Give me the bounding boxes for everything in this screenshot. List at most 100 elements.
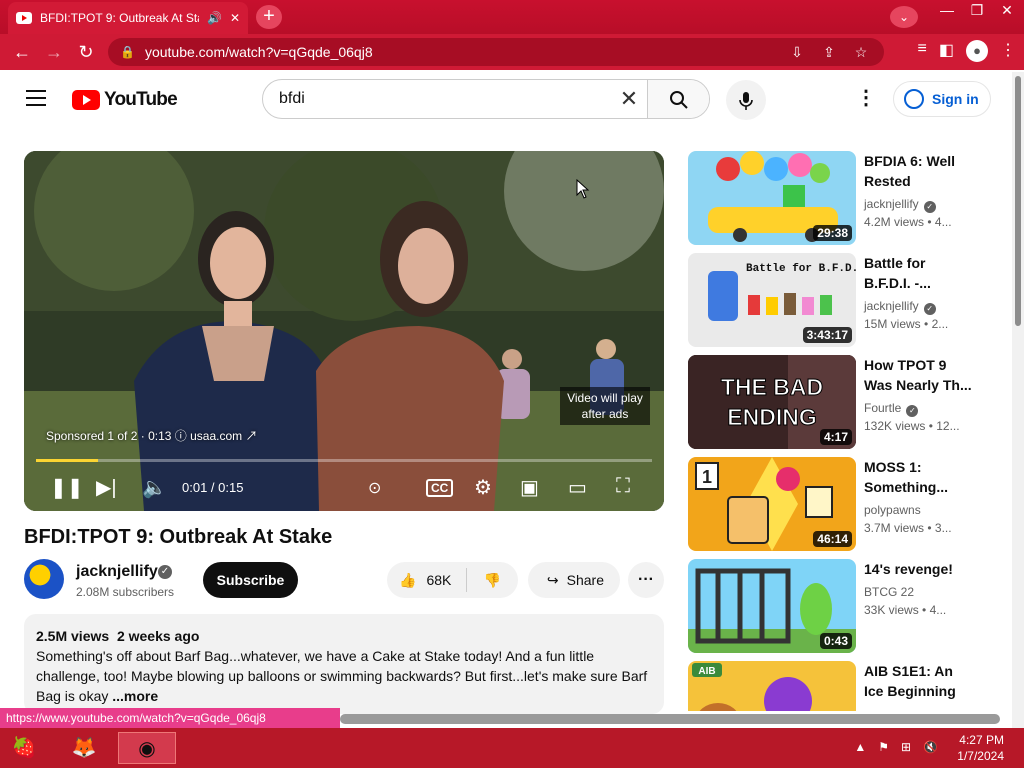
related-video[interactable]: Battle for B.F.D.I. 3:43:17 Battle for B… xyxy=(688,253,996,347)
close-window-icon[interactable]: ✕ xyxy=(996,2,1018,19)
title-line1: BFDIA 6: Well xyxy=(864,153,956,169)
share-page-icon[interactable]: ⇪ xyxy=(818,44,840,61)
restore-icon[interactable]: ❐ xyxy=(966,2,988,19)
video-thumbnail[interactable]: THE BAD ENDING 4:17 xyxy=(688,355,856,449)
volume-muted-icon[interactable]: 🔇 xyxy=(923,740,938,754)
related-channel[interactable]: Fourtle ✓ xyxy=(864,401,919,417)
related-title[interactable]: How TPOT 9 Was Nearly Th... xyxy=(864,355,982,395)
chrome-menu-icon[interactable]: ⋮ xyxy=(1000,40,1016,62)
forward-arrow-icon[interactable]: → xyxy=(38,42,70,63)
dislike-button[interactable]: 👎 xyxy=(467,572,518,589)
related-channel[interactable]: jacknjellify ✓ xyxy=(864,197,936,213)
video-thumbnail[interactable]: 0:43 xyxy=(688,559,856,653)
related-video[interactable]: 0:43 14's revenge! BTCG 22 33K views • 4… xyxy=(688,559,996,653)
tray-expand-icon[interactable]: ▲ xyxy=(854,740,866,754)
profile-avatar-icon[interactable]: ● xyxy=(966,40,988,62)
volume-icon[interactable]: 🔈 xyxy=(142,475,167,500)
related-channel[interactable]: polypawns xyxy=(864,503,921,517)
related-title[interactable]: 14's revenge! xyxy=(864,559,982,579)
flag-icon[interactable]: ⚑ xyxy=(878,740,889,754)
side-panel-icon[interactable]: ◧ xyxy=(939,40,954,62)
related-stats: 33K views • 4... xyxy=(864,603,946,617)
search-button[interactable] xyxy=(647,80,709,118)
show-more-link[interactable]: ...more xyxy=(112,688,158,704)
related-title[interactable]: AIB S1E1: An Ice Beginning xyxy=(864,661,982,701)
system-clock[interactable]: 4:27 PM 1/7/2024 xyxy=(957,732,1004,764)
video-thumbnail[interactable]: AIB xyxy=(688,661,856,711)
settings-gear-icon[interactable]: ⚙ xyxy=(474,475,492,500)
progress-fill xyxy=(36,459,98,462)
settings-menu-icon[interactable]: ⋮ xyxy=(856,88,876,108)
title-line2: Something... xyxy=(864,479,948,495)
address-bar[interactable]: 🔒 youtube.com/watch?v=qGqde_06qj8 ⇩ ⇪ ☆ xyxy=(108,38,884,66)
channel-label: jacknjellify xyxy=(864,197,919,211)
related-video[interactable]: THE BAD ENDING 4:17 How TPOT 9 Was Nearl… xyxy=(688,355,996,449)
chrome-taskbar-icon[interactable]: ◉ xyxy=(118,732,176,764)
next-icon[interactable]: ▶| xyxy=(96,475,117,500)
channel-label: Fourtle xyxy=(864,401,902,415)
related-channel[interactable]: jacknjellify ✓ xyxy=(864,299,936,315)
hamburger-menu-icon[interactable] xyxy=(26,90,46,111)
tab-close-icon[interactable]: ✕ xyxy=(230,11,240,25)
duration-badge: 0:43 xyxy=(819,633,852,649)
miniplayer-icon[interactable]: ▣ xyxy=(520,475,539,500)
firefox-icon[interactable]: 🦊 xyxy=(64,732,104,764)
youtube-logo[interactable]: YouTube xyxy=(72,89,178,111)
network-icon[interactable]: ⊞ xyxy=(901,740,911,754)
vertical-scrollbar[interactable] xyxy=(1012,72,1024,728)
tab-search-icon[interactable]: ⌄ xyxy=(890,6,918,28)
autoplay-toggle-icon[interactable]: ⊙ xyxy=(368,478,381,498)
related-stats: 132K views • 12... xyxy=(864,419,960,433)
clear-search-icon[interactable]: ✕ xyxy=(611,80,647,118)
url-text[interactable]: youtube.com/watch?v=qGqde_06qj8 xyxy=(145,44,776,60)
related-stats: 3.7M views • 3... xyxy=(864,521,952,535)
theater-mode-icon[interactable]: ▭ xyxy=(568,475,587,500)
media-control-icon[interactable]: ≡ xyxy=(918,40,927,62)
thumbnail-label: AIB xyxy=(698,666,715,677)
channel-avatar[interactable] xyxy=(24,559,64,599)
voice-search-button[interactable] xyxy=(726,80,766,120)
browser-tab[interactable]: BFDI:TPOT 9: Outbreak At Sta 🔊 ✕ xyxy=(8,2,248,34)
tab-audio-icon[interactable]: 🔊 xyxy=(207,11,222,25)
ad-notice-line2: after ads xyxy=(581,407,629,421)
more-actions-icon[interactable]: ··· xyxy=(628,562,664,598)
like-button[interactable]: 👍 68K xyxy=(387,568,467,592)
related-video[interactable]: AIB AIB S1E1: An Ice Beginning xyxy=(688,661,996,711)
video-thumbnail[interactable]: 29:38 xyxy=(688,151,856,245)
video-player[interactable]: Sponsored 1 of 2 · 0:13 ⓘ usaa.com ↗ Vid… xyxy=(24,151,664,511)
search-input[interactable] xyxy=(263,80,611,118)
install-app-icon[interactable]: ⇩ xyxy=(786,44,808,61)
verified-badge-icon: ✓ xyxy=(906,405,919,417)
new-tab-button[interactable]: + xyxy=(256,5,282,29)
related-video[interactable]: 29:38 BFDIA 6: Well Rested jacknjellify ✓… xyxy=(688,151,996,245)
info-icon[interactable]: ⓘ xyxy=(175,429,190,443)
channel-name[interactable]: jacknjellify xyxy=(76,563,158,581)
related-title[interactable]: BFDIA 6: Well Rested xyxy=(864,151,982,191)
reload-icon[interactable]: ↻ xyxy=(70,42,102,63)
start-button-icon[interactable]: 🍓 xyxy=(4,732,44,764)
progress-bar[interactable] xyxy=(36,459,652,462)
scrollbar-thumb[interactable] xyxy=(1015,76,1021,326)
sponsor-domain-link[interactable]: usaa.com xyxy=(190,429,242,443)
pause-icon[interactable]: ❚❚ xyxy=(50,475,84,500)
ad-notice: Video will play after ads xyxy=(560,387,650,425)
description-box[interactable]: 2.5M views 2 weeks ago Something's off a… xyxy=(24,614,664,714)
video-thumbnail[interactable]: 1 46:14 xyxy=(688,457,856,551)
sign-in-button[interactable]: Sign in xyxy=(893,81,991,117)
related-video[interactable]: 1 46:14 MOSS 1: Something... polypawns 3… xyxy=(688,457,996,551)
subscribe-button[interactable]: Subscribe xyxy=(203,562,298,598)
fullscreen-icon[interactable]: ⛶ xyxy=(616,475,630,498)
captions-icon[interactable]: CC xyxy=(426,479,454,497)
horizontal-scrollbar[interactable] xyxy=(340,714,1000,724)
related-title[interactable]: Battle for B.F.D.I. -... xyxy=(864,253,982,293)
title-line2: Was Nearly Th... xyxy=(864,377,972,393)
related-title[interactable]: MOSS 1: Something... xyxy=(864,457,982,497)
related-channel[interactable]: BTCG 22 xyxy=(864,585,914,599)
age-label: • 4... xyxy=(922,603,947,617)
video-thumbnail[interactable]: Battle for B.F.D.I. 3:43:17 xyxy=(688,253,856,347)
share-button[interactable]: ↪ Share xyxy=(528,562,620,598)
minimize-icon[interactable]: — xyxy=(936,2,958,19)
bookmark-star-icon[interactable]: ☆ xyxy=(850,44,872,61)
lock-icon[interactable]: 🔒 xyxy=(120,45,135,59)
back-arrow-icon[interactable]: ← xyxy=(6,42,38,63)
